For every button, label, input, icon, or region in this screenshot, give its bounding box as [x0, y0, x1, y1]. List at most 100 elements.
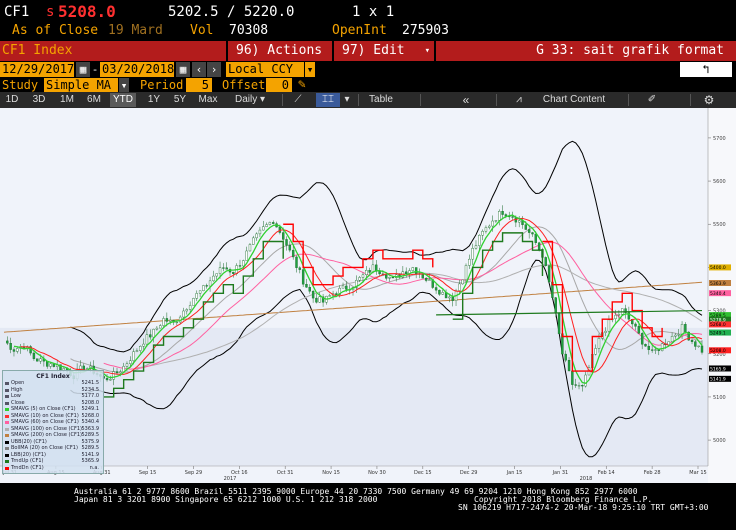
title-bar: CF1 Index 96) Actions ▾ 97) Edit ▾ G 33:… [0, 41, 736, 77]
candle-body [125, 363, 129, 367]
legend-label: SMAVG (60) on Close (CF1) [11, 419, 79, 425]
study-select[interactable]: Simple MA [44, 78, 118, 92]
offset-input[interactable]: 0 [266, 78, 292, 92]
chart-canvas[interactable]: 57005600550054005300520051005000Jul 31Au… [0, 108, 736, 483]
chart-legend[interactable]: CF1 Index Open 5241.5 High 5234.5 Low 5177.0 C… [2, 370, 104, 474]
candle-body [129, 360, 132, 364]
candle-body [291, 249, 295, 258]
toolbar-divider [420, 94, 421, 106]
value-tag-label: 5363.9 [710, 281, 726, 287]
footer-session: SN 106219 H717-2474-2 20-Mar-18 9:25:10 … [458, 503, 709, 512]
legend-label: SMAVG (10) on Close (CF1) [11, 412, 79, 419]
candle-body [39, 358, 42, 362]
legend-swatch [5, 434, 9, 437]
chevron-down-icon: ▾ [424, 46, 430, 56]
undo-arrow-icon[interactable]: ↰ [680, 62, 732, 77]
edit-chart-icon[interactable]: ✐ [642, 93, 662, 107]
pencil-icon[interactable]: ✎ [298, 78, 306, 92]
frequency-select[interactable]: Daily ▾ [228, 93, 272, 107]
candle-body [441, 292, 444, 295]
candle-body [458, 283, 461, 291]
next-period-icon[interactable]: › [207, 62, 221, 77]
quote-header: CF1 s 5208.0 5202.5 / 5220.0 1 x 1 As of… [0, 0, 736, 42]
year-label: 2018 [580, 476, 593, 482]
legend-swatch [5, 447, 9, 450]
period-input[interactable]: 5 [186, 78, 212, 92]
chevron-down-icon[interactable]: ▾ [119, 78, 129, 93]
candle-body [295, 256, 298, 268]
candle-body [182, 310, 185, 318]
candle-body [524, 224, 528, 230]
candle-body [597, 338, 601, 349]
last-price: 5208.0 [58, 2, 116, 21]
candle-body [604, 330, 607, 333]
range-button-5y[interactable]: 5Y [170, 93, 190, 107]
candle-body [345, 285, 348, 290]
candle-body [159, 325, 162, 329]
candle-body [404, 271, 408, 274]
trade-size: 1 x 1 [352, 4, 395, 20]
range-button-ytd[interactable]: YTD [110, 93, 136, 107]
candle-body [511, 216, 514, 218]
calendar-icon[interactable]: ▦ [76, 62, 90, 77]
candle-body [188, 305, 192, 310]
prev-period-icon[interactable]: ‹ [192, 62, 206, 77]
candle-body [328, 295, 331, 297]
chevron-down-icon[interactable]: ▾ [342, 93, 352, 107]
legend-swatch [5, 466, 9, 470]
range-button-1d[interactable]: 1D [4, 93, 20, 107]
candle-body [185, 309, 189, 312]
range-button-1y[interactable]: 1Y [144, 93, 164, 107]
value-tag-label: 5268.0 [710, 322, 726, 328]
candle-body [115, 371, 119, 374]
candle-body [411, 267, 415, 271]
range-button-3d[interactable]: 3D [30, 93, 48, 107]
currency-select[interactable]: Local CCY [226, 62, 304, 77]
line-chart-icon[interactable]: ⟋ [288, 93, 308, 107]
candle-body [202, 285, 205, 291]
candle-body [554, 297, 557, 314]
security-field[interactable]: CF1 Index [0, 41, 226, 61]
value-tag-label: 5141.9 [710, 377, 726, 383]
candle-body [637, 326, 641, 334]
candle-body [109, 379, 112, 381]
candle-body [594, 348, 597, 355]
candle-body [488, 225, 491, 228]
price-chart[interactable]: 57005600550054005300520051005000Jul 31Au… [0, 108, 736, 483]
start-date-input[interactable]: 12/29/2017 [0, 62, 74, 77]
legend-label: SMAVG (200) on Close (CF1) [11, 432, 82, 438]
candle-body [434, 287, 438, 291]
study-row: Study Simple MA ▾ Period 5 Offset 0 ✎ [0, 78, 736, 93]
range-button-max[interactable]: Max [196, 93, 220, 107]
footer-contacts-2: Japan 81 3 3201 8900 Singapore 65 6212 1… [74, 495, 378, 504]
study-label: Study [2, 78, 39, 92]
range-button-1m[interactable]: 1M [57, 93, 77, 107]
edit-menu-button[interactable]: 97) Edit ▾ [334, 41, 434, 61]
candle-body [501, 211, 504, 215]
calendar-icon[interactable]: ▦ [176, 62, 190, 77]
candle-body [198, 290, 202, 294]
end-date-input[interactable]: 03/20/2018 [100, 62, 174, 77]
chart-content-button[interactable]: Chart Content [534, 93, 614, 107]
collapse-left-icon[interactable]: « [456, 93, 476, 107]
candle-body [567, 359, 571, 372]
candlestick-icon[interactable]: ⌶⌶ [316, 93, 340, 107]
candle-body [358, 277, 361, 281]
candle-body [318, 296, 321, 303]
candle-body [36, 358, 39, 362]
chevron-down-icon[interactable]: ▾ [305, 62, 315, 77]
actions-menu-button[interactable]: 96) Actions ▾ [228, 41, 332, 77]
candle-body [461, 279, 464, 285]
value-tag-label: 5340.4 [710, 291, 726, 297]
footer: Australia 61 2 9777 8600 Brazil 5511 239… [0, 484, 736, 530]
table-button[interactable]: Table [362, 93, 400, 107]
y-tick-label: 5000 [713, 438, 726, 444]
as-of-label: As of Close [12, 23, 99, 38]
value-tag-label: 5208.0 [710, 348, 726, 354]
candle-body [378, 271, 381, 275]
candle-body [32, 352, 36, 359]
range-button-6m[interactable]: 6M [84, 93, 104, 107]
gear-icon[interactable]: ⚙ [700, 93, 718, 107]
candle-body [424, 277, 428, 281]
candle-body [700, 345, 704, 353]
